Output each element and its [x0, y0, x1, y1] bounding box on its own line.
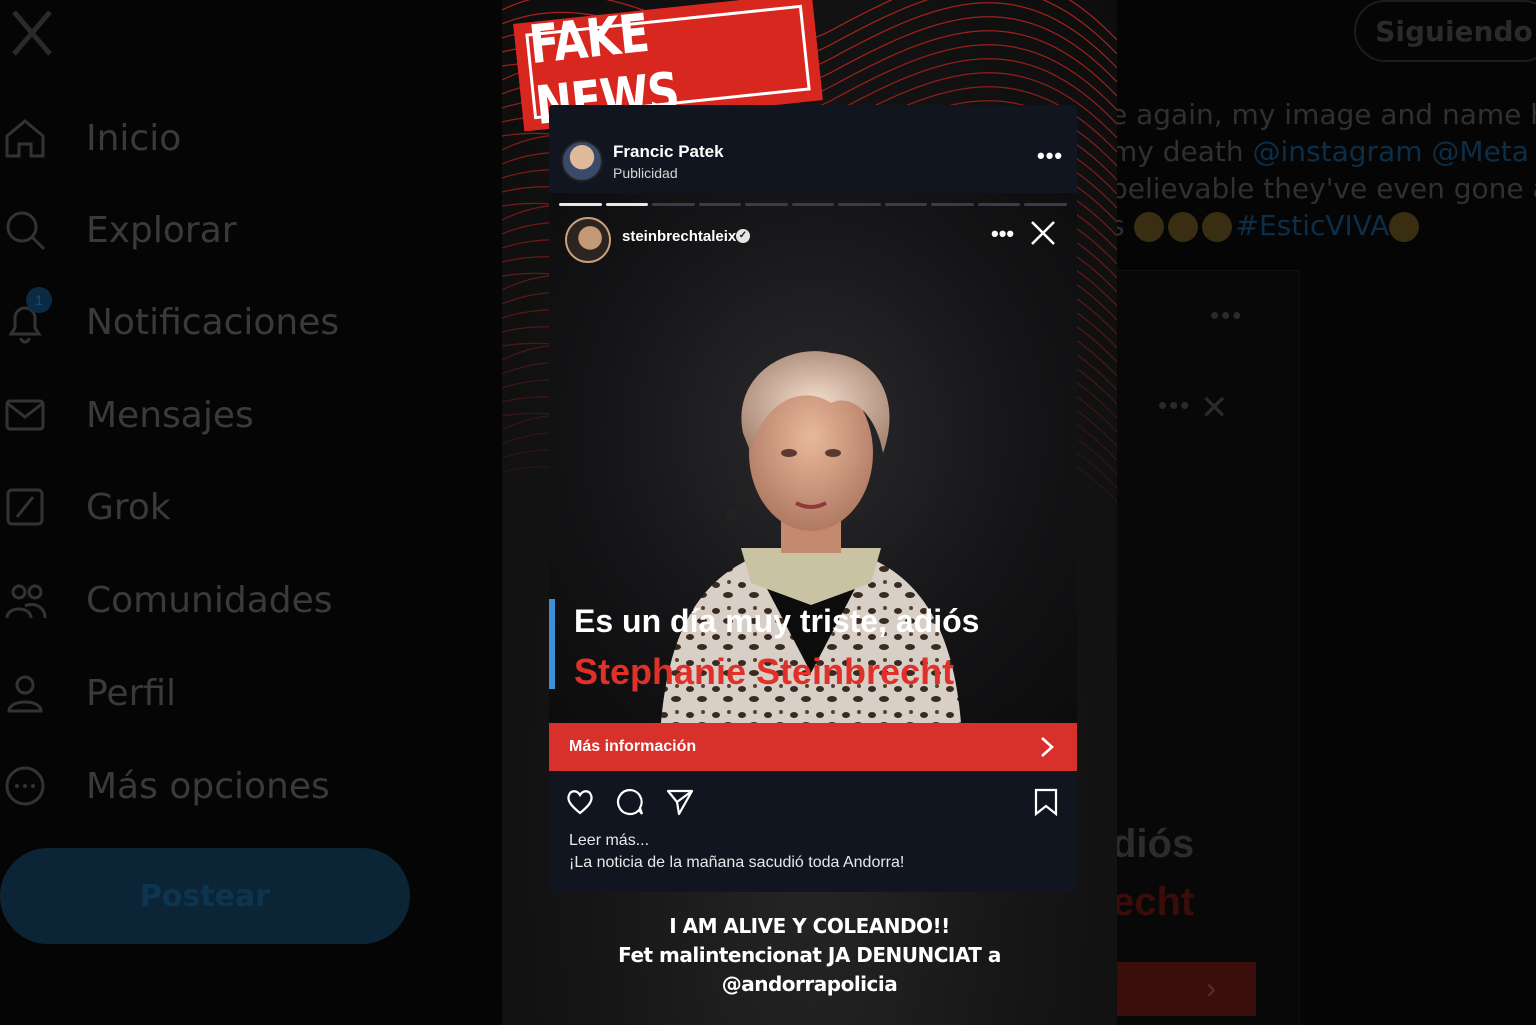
card-caption-fragment: diós	[1112, 822, 1195, 866]
ad-header: Francic Patek Publicidad •••	[549, 105, 1077, 193]
laughing-emoji-icon	[1201, 212, 1232, 242]
story-username[interactable]: steinbrechtaleix	[622, 228, 736, 245]
sidebar-item-label: Explorar	[86, 209, 237, 251]
bell-icon: 1	[0, 287, 52, 347]
sidebar-item-comunidades[interactable]: Comunidades	[0, 570, 400, 630]
story-caption-line1: Es un día muy triste, adiós	[574, 603, 980, 639]
person-icon	[0, 668, 50, 718]
post-caption: ¡La noticia de la mañana sacudió toda An…	[569, 854, 905, 871]
post-button[interactable]: Postear	[0, 848, 410, 944]
sidebar-item-label: Notificaciones	[86, 301, 340, 343]
story-avatar[interactable]	[565, 217, 611, 263]
story-media: steinbrechtaleix ✓ ••• Es un día muy tri…	[549, 193, 1077, 723]
sidebar-item-inicio[interactable]: Inicio	[0, 108, 400, 168]
card-caption-fragment: echt	[1112, 880, 1195, 924]
more-dots-icon: •••	[1158, 390, 1192, 420]
more-info-label: Más información	[569, 738, 697, 755]
avatar[interactable]	[561, 140, 603, 182]
denial-message: I AM ALIVE Y COLEANDO!! Fet malintencion…	[502, 912, 1117, 999]
ad-author-name[interactable]: Francic Patek	[613, 142, 724, 162]
sidebar-item-label: Grok	[86, 486, 171, 528]
heart-icon[interactable]	[565, 787, 595, 817]
verified-badge-icon: ✓	[736, 229, 750, 243]
grok-icon	[0, 482, 50, 532]
notification-badge: 1	[26, 287, 52, 313]
chevron-right-icon	[1041, 737, 1054, 757]
search-icon	[0, 205, 50, 255]
home-icon	[0, 113, 50, 163]
bookmark-icon[interactable]	[1031, 787, 1061, 817]
story-progress-bar	[559, 203, 1068, 206]
sidebar-item-label: Mensajes	[86, 394, 254, 436]
close-icon[interactable]	[1029, 219, 1057, 247]
denial-line1: I AM ALIVE Y COLEANDO!!	[669, 914, 950, 938]
tweet-line: s #EsticVIVA	[1110, 207, 1536, 244]
close-icon: ✕	[1200, 389, 1229, 427]
mention-link[interactable]: @instagram	[1253, 135, 1423, 168]
following-button[interactable]: Siguiendo	[1354, 0, 1536, 62]
sidebar-item-label: Perfil	[86, 672, 177, 714]
sidebar-item-label: Comunidades	[86, 579, 333, 621]
mention-link[interactable]: @Meta	[1431, 135, 1529, 168]
laughing-emoji-icon	[1133, 212, 1164, 242]
read-more-link[interactable]: Leer más...	[569, 832, 649, 850]
laughing-emoji-icon	[1389, 212, 1420, 242]
post-actions	[549, 771, 1077, 831]
sidebar-item-explorar[interactable]: Explorar	[0, 200, 400, 260]
tweet-line: my death @instagram @Meta .	[1110, 135, 1529, 168]
denial-line3: @andorrapolicia	[721, 972, 898, 996]
caption-accent-bar	[549, 599, 555, 689]
tweet-text: e again, my image and name have my death…	[1110, 96, 1536, 244]
more-options-icon[interactable]: •••	[991, 221, 1014, 247]
sidebar-item-notificaciones[interactable]: 1 Notificaciones	[0, 287, 400, 352]
sponsored-label: Publicidad	[613, 165, 678, 181]
sidebar-item-label: Inicio	[86, 117, 182, 159]
more-dots-icon: •••	[1210, 300, 1244, 330]
x-logo-icon[interactable]	[10, 8, 54, 58]
more-options-icon[interactable]: •••	[1037, 143, 1063, 169]
tweet-line: e again, my image and name have	[1110, 98, 1536, 131]
sidebar-item-label: Más opciones	[86, 765, 330, 807]
instagram-ad-screenshot: Francic Patek Publicidad ••• steinbrecht…	[549, 105, 1077, 892]
denial-line2: Fet malintencionat JA DENUNCIAT a	[618, 943, 1001, 967]
more-info-button[interactable]: Más información	[549, 723, 1077, 771]
more-circle-icon	[0, 761, 50, 811]
communities-icon	[0, 575, 50, 625]
sidebar-item-perfil[interactable]: Perfil	[0, 663, 400, 723]
chevron-right-icon: ›	[1206, 972, 1216, 1005]
sidebar-item-mas-opciones[interactable]: Más opciones	[0, 756, 400, 816]
tweet-line: believable they've even gone as	[1110, 172, 1536, 205]
comment-icon[interactable]	[615, 787, 645, 817]
hashtag-link[interactable]: #EsticVIVA	[1236, 209, 1390, 242]
card-cta-bar	[1110, 962, 1256, 1016]
laughing-emoji-icon	[1167, 212, 1198, 242]
story-caption-line2: Stephanie Steinbrecht	[574, 651, 955, 692]
share-icon[interactable]	[665, 787, 695, 817]
sidebar-item-grok[interactable]: Grok	[0, 477, 400, 537]
sidebar-item-mensajes[interactable]: Mensajes	[0, 385, 400, 445]
mail-icon	[0, 390, 50, 440]
